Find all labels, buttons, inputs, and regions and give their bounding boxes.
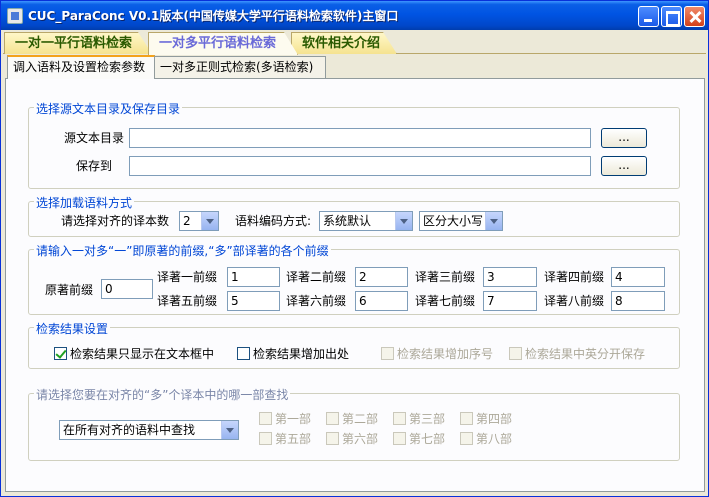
part-label: 第七部	[409, 432, 446, 446]
translation-prefix-label: 译著三前缀	[415, 270, 476, 284]
browse-source-button[interactable]: ...	[601, 128, 647, 148]
source-dir-label: 源文本目录	[64, 131, 125, 145]
translation-count-value: 2	[183, 214, 191, 228]
search-scope-select[interactable]: 在所有对齐的语料中查找	[59, 420, 239, 440]
tab-one-to-many[interactable]: 一对多平行语料检索	[148, 32, 298, 55]
chevron-down-icon[interactable]	[201, 212, 218, 230]
part-checkbox[interactable]	[326, 412, 339, 425]
translation-prefix-input[interactable]: 2	[355, 267, 408, 287]
checkbox-label: 检索结果只显示在文本框中	[70, 347, 215, 361]
part-checkbox[interactable]	[460, 412, 473, 425]
chevron-down-icon[interactable]	[221, 421, 238, 439]
part-checkbox[interactable]	[259, 432, 272, 445]
translation-prefix-label: 译著八前缀	[544, 294, 605, 308]
part-label: 第八部	[476, 432, 513, 446]
browse-save-button[interactable]: ...	[601, 156, 647, 176]
original-prefix-input[interactable]: 0	[101, 279, 153, 299]
group-title: 检索结果设置	[34, 320, 111, 337]
translation-prefix-input[interactable]: 3	[483, 267, 537, 287]
save-dir-input[interactable]	[129, 156, 591, 176]
title-bar[interactable]: CUC_ParaConc V0.1版本(中国传媒大学平行语料检索软件)主窗口	[1, 1, 708, 30]
checkbox-label: 检索结果增加出处	[253, 347, 350, 361]
translation-prefix-label: 译著五前缀	[157, 294, 218, 308]
search-target-group: 请选择您要在对齐的“多”个译本中的哪一部查找 在所有对齐的语料中查找 第一部 第…	[28, 386, 680, 461]
add-source-checkbox[interactable]	[237, 347, 250, 360]
source-dir-input[interactable]	[129, 128, 591, 148]
part-label: 第五部	[275, 432, 312, 446]
part-label: 第二部	[342, 412, 379, 426]
source-directory-group: 选择源文本目录及保存目录 源文本目录 ... 保存到 ...	[28, 100, 680, 189]
part-label: 第一部	[275, 412, 312, 426]
show-in-textbox-checkbox[interactable]	[54, 347, 67, 360]
part-label: 第六部	[342, 432, 379, 446]
translation-prefix-label: 译著七前缀	[415, 294, 476, 308]
prefix-group: 请输入一对多“一”即原著的前缀,“多”部译著的各个前缀 原著前缀 0 译著一前缀…	[28, 242, 680, 315]
add-number-checkbox[interactable]	[381, 347, 394, 360]
minimize-button[interactable]	[638, 6, 659, 27]
translation-prefix-label: 译著一前缀	[157, 270, 218, 284]
encoding-label: 语料编码方式:	[235, 214, 312, 228]
translation-prefix-input[interactable]: 7	[483, 291, 537, 311]
app-icon	[7, 8, 23, 24]
translation-prefix-input[interactable]: 1	[227, 267, 280, 287]
part-label: 第三部	[409, 412, 446, 426]
checkbox-label: 检索结果增加序号	[397, 347, 494, 361]
chevron-down-icon[interactable]	[485, 212, 502, 230]
group-title: 选择加载语料方式	[34, 194, 135, 211]
checkbox-label: 检索结果中英分开保存	[525, 347, 646, 361]
translation-prefix-label: 译著二前缀	[286, 270, 347, 284]
translation-prefix-input[interactable]: 5	[227, 291, 280, 311]
subtab-regex-search[interactable]: 一对多正则式检索(多语检索)	[154, 56, 326, 78]
tab-panel: 选择源文本目录及保存目录 源文本目录 ... 保存到 ... 选择加载语料方式 …	[5, 78, 705, 492]
translation-prefix-input[interactable]: 8	[611, 291, 665, 311]
subtab-load-corpus[interactable]: 调入语料及设置检索参数	[7, 55, 155, 79]
group-title: 请选择您要在对齐的“多”个译本中的哪一部查找	[34, 386, 291, 403]
translation-prefix-input[interactable]: 6	[355, 291, 408, 311]
tab-about[interactable]: 软件相关介绍	[291, 32, 397, 54]
part-checkbox[interactable]	[460, 432, 473, 445]
encoding-value: 系统默认	[323, 214, 372, 228]
part-checkbox[interactable]	[259, 412, 272, 425]
main-window: CUC_ParaConc V0.1版本(中国传媒大学平行语料检索软件)主窗口 一…	[0, 0, 709, 497]
encoding-select[interactable]: 系统默认	[319, 211, 413, 231]
original-prefix-label: 原著前缀	[45, 283, 94, 297]
search-scope-value: 在所有对齐的语料中查找	[63, 423, 196, 437]
load-method-group: 选择加载语料方式 请选择对齐的译本数 2 语料编码方式: 系统默认 区分大小写	[28, 194, 680, 237]
case-value: 区分大小写	[423, 214, 484, 228]
part-label: 第四部	[476, 412, 513, 426]
translation-prefix-input[interactable]: 4	[611, 267, 665, 287]
window-title: CUC_ParaConc V0.1版本(中国传媒大学平行语料检索软件)主窗口	[28, 9, 399, 23]
result-settings-group: 检索结果设置 检索结果只显示在文本框中 检索结果增加出处 检索结果增加序号 检索…	[28, 320, 680, 369]
part-checkbox[interactable]	[393, 432, 406, 445]
maximize-button[interactable]	[661, 6, 682, 27]
translation-count-label: 请选择对齐的译本数	[61, 214, 170, 228]
case-select[interactable]: 区分大小写	[419, 211, 503, 231]
chevron-down-icon[interactable]	[395, 212, 412, 230]
translation-count-select[interactable]: 2	[179, 211, 219, 231]
part-checkbox[interactable]	[393, 412, 406, 425]
group-title: 选择源文本目录及保存目录	[34, 100, 183, 117]
translation-prefix-label: 译著六前缀	[286, 294, 347, 308]
tab-one-to-one[interactable]: 一对一平行语料检索	[4, 32, 152, 54]
part-checkbox[interactable]	[326, 432, 339, 445]
close-button[interactable]	[684, 6, 705, 27]
save-dir-label: 保存到	[76, 159, 113, 173]
save-separately-checkbox[interactable]	[509, 347, 522, 360]
group-title: 请输入一对多“一”即原著的前缀,“多”部译著的各个前缀	[34, 242, 331, 259]
translation-prefix-label: 译著四前缀	[544, 270, 605, 284]
